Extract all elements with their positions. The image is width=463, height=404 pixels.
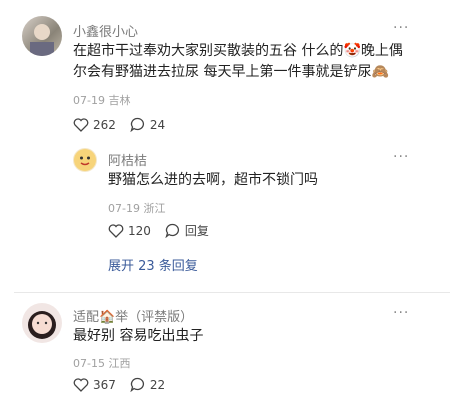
comment-item: 适配🏠举（评禁版） ··· 最好别 容易吃出虫子 07-15 江西 367 22	[0, 293, 463, 404]
comment-bubble-icon	[130, 117, 144, 132]
comment-bubble-icon	[130, 377, 144, 392]
reply-count: 22	[149, 377, 166, 392]
comment-meta: 07-19 吉林	[73, 92, 130, 108]
comment-text: 在超市干过奉劝大家别买散装的五谷 什么的🤡晚上偶 尔会有野猫进去拉尿 每天早上第…	[73, 41, 453, 83]
reply-meta: 07-19 浙江	[108, 200, 165, 216]
reply-label: 回复	[184, 224, 209, 238]
comment-item: 小鑫很小心 ··· 在超市干过奉劝大家别买散装的五谷 什么的🤡晚上偶 尔会有野猫…	[0, 0, 463, 290]
like-button[interactable]: 262	[73, 118, 116, 132]
like-button[interactable]: 367	[73, 378, 116, 392]
reply-count-button[interactable]: 24	[130, 117, 165, 132]
comment-meta: 07-15 江西	[73, 355, 130, 371]
reply-author-name[interactable]: 阿桔桔	[108, 150, 147, 169]
more-options-icon[interactable]: ···	[393, 149, 409, 165]
author-name[interactable]: 小鑫很小心	[73, 21, 138, 40]
expand-replies-link[interactable]: 展开 23 条回复	[108, 255, 198, 274]
comment-text-line: 在超市干过奉劝大家别买散装的五谷 什么的🤡晚上偶	[73, 43, 403, 59]
like-count: 367	[93, 377, 116, 392]
reply-count-button[interactable]: 22	[130, 377, 165, 392]
author-name[interactable]: 适配🏠举（评禁版）	[73, 306, 193, 325]
comment-text-line: 尔会有野猫进去拉尿 每天早上第一件事就是铲尿🙈	[73, 64, 389, 80]
avatar[interactable]	[22, 303, 62, 343]
heart-icon	[73, 377, 89, 392]
comment-actions: 262 24	[73, 117, 179, 132]
reply-text: 野猫怎么进的去啊，超市不锁门吗	[108, 172, 318, 188]
reply-count: 24	[149, 117, 166, 132]
heart-icon	[108, 223, 124, 238]
heart-icon	[73, 117, 89, 132]
more-options-icon[interactable]: ···	[393, 20, 409, 36]
avatar[interactable]	[73, 148, 97, 172]
reply-button[interactable]: 回复	[165, 222, 209, 239]
comment-date: 07-19	[73, 94, 105, 107]
comment-actions: 367 22	[73, 377, 179, 392]
like-count: 120	[128, 223, 151, 238]
comment-location: 吉林	[108, 94, 131, 107]
reply-actions: 120 回复	[108, 222, 223, 239]
reply-location: 浙江	[143, 202, 166, 215]
like-count: 262	[93, 117, 116, 132]
comment-location: 江西	[108, 357, 131, 370]
comment-date: 07-15	[73, 357, 105, 370]
comment-bubble-icon	[165, 223, 179, 238]
reply-date: 07-19	[108, 202, 140, 215]
avatar[interactable]	[22, 16, 62, 56]
comment-text: 最好别 容易吃出虫子	[73, 328, 204, 344]
like-button[interactable]: 120	[108, 224, 151, 238]
more-options-icon[interactable]: ···	[393, 305, 409, 321]
